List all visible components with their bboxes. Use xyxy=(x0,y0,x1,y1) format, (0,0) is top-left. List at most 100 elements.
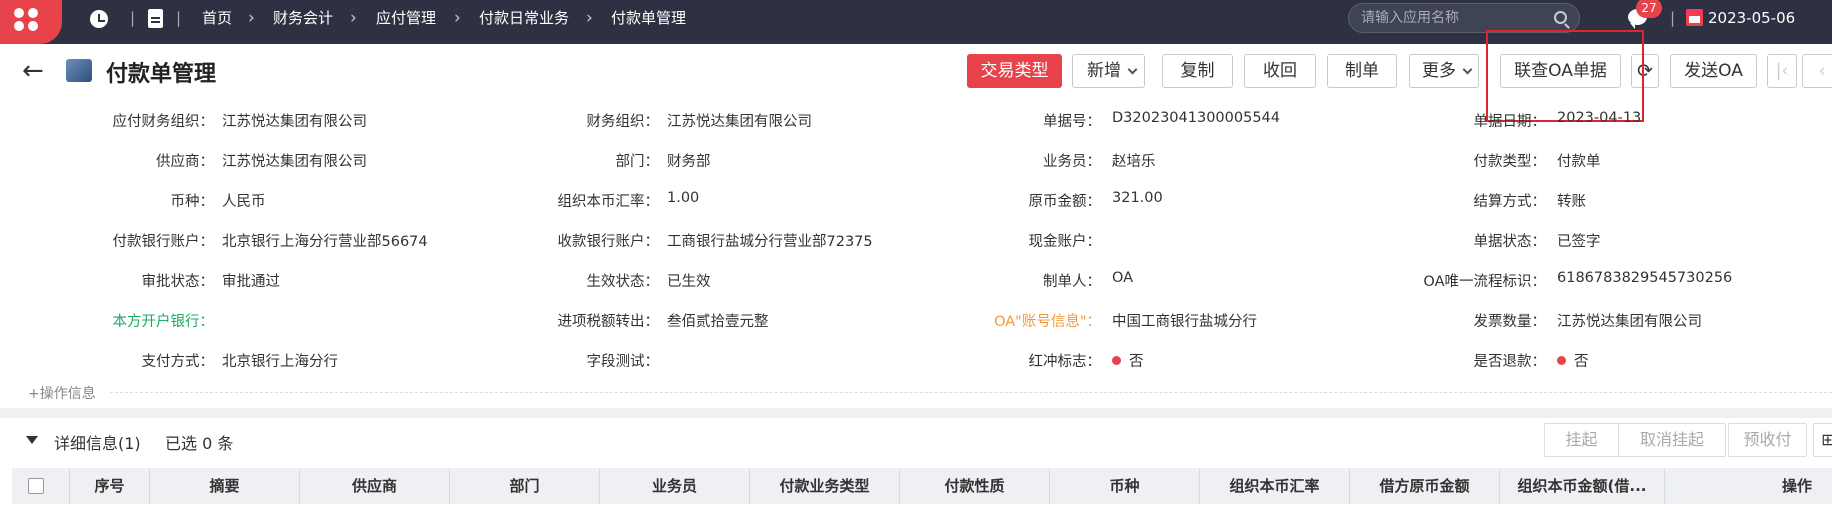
chevron-right-icon: › xyxy=(350,8,357,28)
column-header[interactable]: 供应商 xyxy=(300,468,450,504)
notification-badge: 27 xyxy=(1636,0,1662,18)
field-label: 支付方式： xyxy=(141,354,215,370)
first-page-icon[interactable]: |‹ xyxy=(1767,54,1797,88)
column-header: 操作 xyxy=(1781,477,1812,495)
field-label: 原币金额： xyxy=(1028,194,1102,210)
field-value: 江苏悦达集团有限公司 xyxy=(667,114,812,130)
field-label: 生效状态： xyxy=(586,274,660,290)
detail-section: 详细信息(1) 已选 0 条 挂起 取消挂起 预收付 ⊞ 序号 摘要 供应商 部… xyxy=(0,418,1832,510)
copy-button[interactable]: 复制 xyxy=(1162,54,1233,88)
field-label: 字段测试： xyxy=(586,354,660,370)
table-header: 序号 摘要 供应商 部门 业务员 付款业务类型 付款性质 币种 组织本币汇率 借… xyxy=(12,468,1832,504)
field-label: 进项税额转出： xyxy=(557,314,660,330)
cancel-suspend-button[interactable]: 取消挂起 xyxy=(1618,423,1726,457)
column-header[interactable]: 币种 xyxy=(1050,468,1200,504)
field-label: 制单人： xyxy=(1043,274,1101,290)
prepay-button[interactable]: 预收付 xyxy=(1728,423,1807,457)
make-voucher-button[interactable]: 制单 xyxy=(1327,54,1397,88)
field-value: 付款单 xyxy=(1557,154,1601,170)
document-icon[interactable] xyxy=(148,9,163,28)
app-search-input[interactable]: 请输入应用名称 xyxy=(1348,3,1580,33)
back-arrow-icon[interactable]: ← xyxy=(22,58,44,84)
field-label: 部门： xyxy=(615,154,660,170)
payment-doc-icon xyxy=(66,59,92,82)
prev-page-icon[interactable]: ‹ xyxy=(1802,54,1832,88)
field-value: 321.00 xyxy=(1112,190,1163,206)
send-oa-button[interactable]: 发送OA xyxy=(1670,54,1757,88)
field-value: 已签字 xyxy=(1557,234,1601,250)
more-button-label: 更多 xyxy=(1422,61,1456,81)
field-value: 转账 xyxy=(1557,194,1586,210)
divider xyxy=(110,392,1832,393)
field-label: 单据状态： xyxy=(1473,234,1547,250)
selected-count: 已选 0 条 xyxy=(165,434,234,453)
breadcrumb-finance[interactable]: 财务会计 xyxy=(273,0,333,44)
chevron-right-icon: › xyxy=(248,8,255,28)
column-header[interactable]: 业务员 xyxy=(600,468,750,504)
oa-query-button[interactable]: 联查OA单据 xyxy=(1500,54,1621,88)
chevron-down-icon xyxy=(1127,64,1138,75)
divider: | xyxy=(1670,9,1676,27)
field-label: 发票数量： xyxy=(1473,314,1547,330)
column-header[interactable]: 组织本币金额(借... xyxy=(1500,468,1665,504)
field-label: 结算方式： xyxy=(1473,194,1547,210)
breadcrumb-daily[interactable]: 付款日常业务 xyxy=(479,0,569,44)
field-value: 财务部 xyxy=(667,154,711,170)
field-value: 已生效 xyxy=(667,274,711,290)
trade-type-button[interactable]: 交易类型 xyxy=(967,54,1062,88)
more-button[interactable]: 更多 xyxy=(1409,54,1479,88)
field-label: 是否退款： xyxy=(1473,354,1547,370)
field-label: 审批状态： xyxy=(141,274,215,290)
field-value: 叁佰贰拾壹元整 xyxy=(667,314,769,330)
breadcrumb-home[interactable]: 首页 xyxy=(202,0,232,44)
field-label: 收款银行账户： xyxy=(557,234,660,250)
field-value: 审批通过 xyxy=(222,274,280,290)
column-header[interactable]: 付款业务类型 xyxy=(750,468,900,504)
chevron-right-icon: › xyxy=(454,8,461,28)
detail-title[interactable]: 详细信息(1) xyxy=(54,430,141,454)
search-placeholder: 请输入应用名称 xyxy=(1361,10,1459,26)
divider: | xyxy=(176,9,182,27)
field-label: 组织本币汇率： xyxy=(557,194,660,210)
breadcrumb-payables[interactable]: 应付管理 xyxy=(376,0,436,44)
select-all-cell xyxy=(12,468,70,504)
field-label: 供应商： xyxy=(156,154,214,170)
recall-button[interactable]: 收回 xyxy=(1244,54,1316,88)
refresh-icon[interactable]: ⟳ xyxy=(1631,54,1659,88)
column-header[interactable]: 付款性质 xyxy=(900,468,1050,504)
search-icon[interactable] xyxy=(1554,11,1567,24)
history-icon[interactable] xyxy=(90,10,108,28)
field-value: D32023041300005544 xyxy=(1112,110,1280,126)
app-logo[interactable] xyxy=(0,0,62,44)
field-label: 财务组织： xyxy=(586,114,660,130)
field-label: 红冲标志： xyxy=(1028,354,1102,370)
add-button[interactable]: 新增 xyxy=(1072,54,1145,88)
column-header[interactable]: 组织本币汇率 xyxy=(1200,468,1350,504)
page-title: 付款单管理 xyxy=(106,62,217,87)
column-header[interactable]: 摘要 xyxy=(150,468,300,504)
field-value: 2023-04-13 xyxy=(1557,110,1642,126)
current-date[interactable]: 2023-05-06 xyxy=(1708,0,1795,44)
collapse-triangle-icon[interactable] xyxy=(26,436,38,444)
field-value: 北京银行上海分行 xyxy=(222,354,338,370)
operation-info-toggle[interactable]: +操作信息 xyxy=(28,383,96,403)
breadcrumb-current[interactable]: 付款单管理 xyxy=(611,0,686,44)
field-label: 本方开户银行： xyxy=(112,314,215,330)
grid-settings-icon[interactable]: ⊞ xyxy=(1813,423,1832,457)
field-value: 6186783829545730256 xyxy=(1557,270,1733,286)
chevron-right-icon: › xyxy=(586,8,593,28)
suspend-button[interactable]: 挂起 xyxy=(1544,423,1619,457)
column-header[interactable]: 序号 xyxy=(70,468,150,504)
select-all-checkbox[interactable] xyxy=(28,478,44,494)
chevron-down-icon xyxy=(1462,64,1473,75)
status-dot-icon xyxy=(1557,356,1566,365)
field-label: 应付财务组织： xyxy=(112,114,215,130)
red-flag-value: 否 xyxy=(1112,350,1144,371)
field-value: 工商银行盐城分行营业部72375 xyxy=(667,234,873,250)
field-label: 业务员： xyxy=(1043,154,1101,170)
field-label: 现金账户： xyxy=(1028,234,1102,250)
column-header[interactable]: 部门 xyxy=(450,468,600,504)
add-button-label: 新增 xyxy=(1087,61,1121,81)
column-header[interactable]: 借方原币金额 xyxy=(1350,468,1500,504)
field-label: 单据号： xyxy=(1043,114,1101,130)
